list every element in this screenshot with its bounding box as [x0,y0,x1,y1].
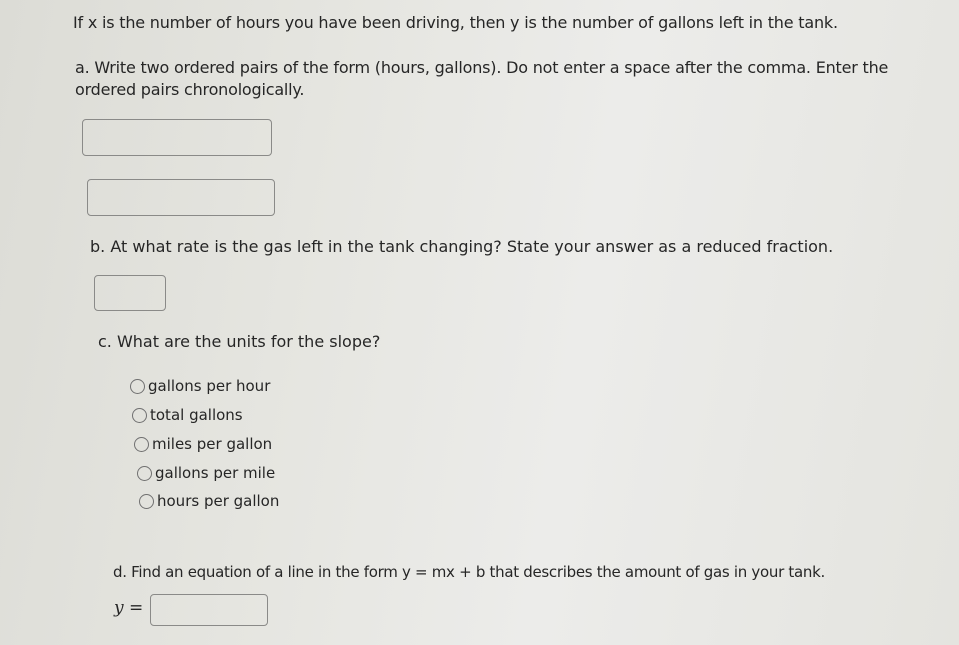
option-total-gallons[interactable]: total gallons [132,406,243,424]
part-c-prompt: c. What are the units for the slope? [98,332,381,351]
part-a-prompt: a. Write two ordered pairs of the form (… [75,58,889,99]
part-a-answer-2-input[interactable] [87,179,275,216]
option-gallons-per-mile[interactable]: gallons per mile [137,464,275,482]
equation-label: y = [114,598,144,618]
option-label: gallons per mile [155,464,276,482]
option-hours-per-gallon[interactable]: hours per gallon [139,492,279,510]
radio-button[interactable] [139,493,154,509]
option-gallons-per-hour[interactable]: gallons per hour [130,377,270,395]
problem-intro: If x is the number of hours you have bee… [73,13,838,32]
radio-button[interactable] [130,378,145,394]
radio-button[interactable] [134,436,149,452]
option-label: hours per gallon [157,492,280,510]
radio-button[interactable] [132,407,147,423]
option-miles-per-gallon[interactable]: miles per gallon [134,435,272,453]
part-d-answer-input[interactable] [150,594,268,626]
part-d-prompt: d. Find an equation of a line in the for… [113,563,825,581]
option-label: miles per gallon [152,435,273,453]
part-b-answer-input[interactable] [94,275,166,311]
option-label: total gallons [150,406,243,424]
part-a-answer-1-input[interactable] [82,119,272,156]
radio-button[interactable] [137,465,152,481]
option-label: gallons per hour [148,377,271,395]
part-b-prompt: b. At what rate is the gas left in the t… [90,237,834,256]
